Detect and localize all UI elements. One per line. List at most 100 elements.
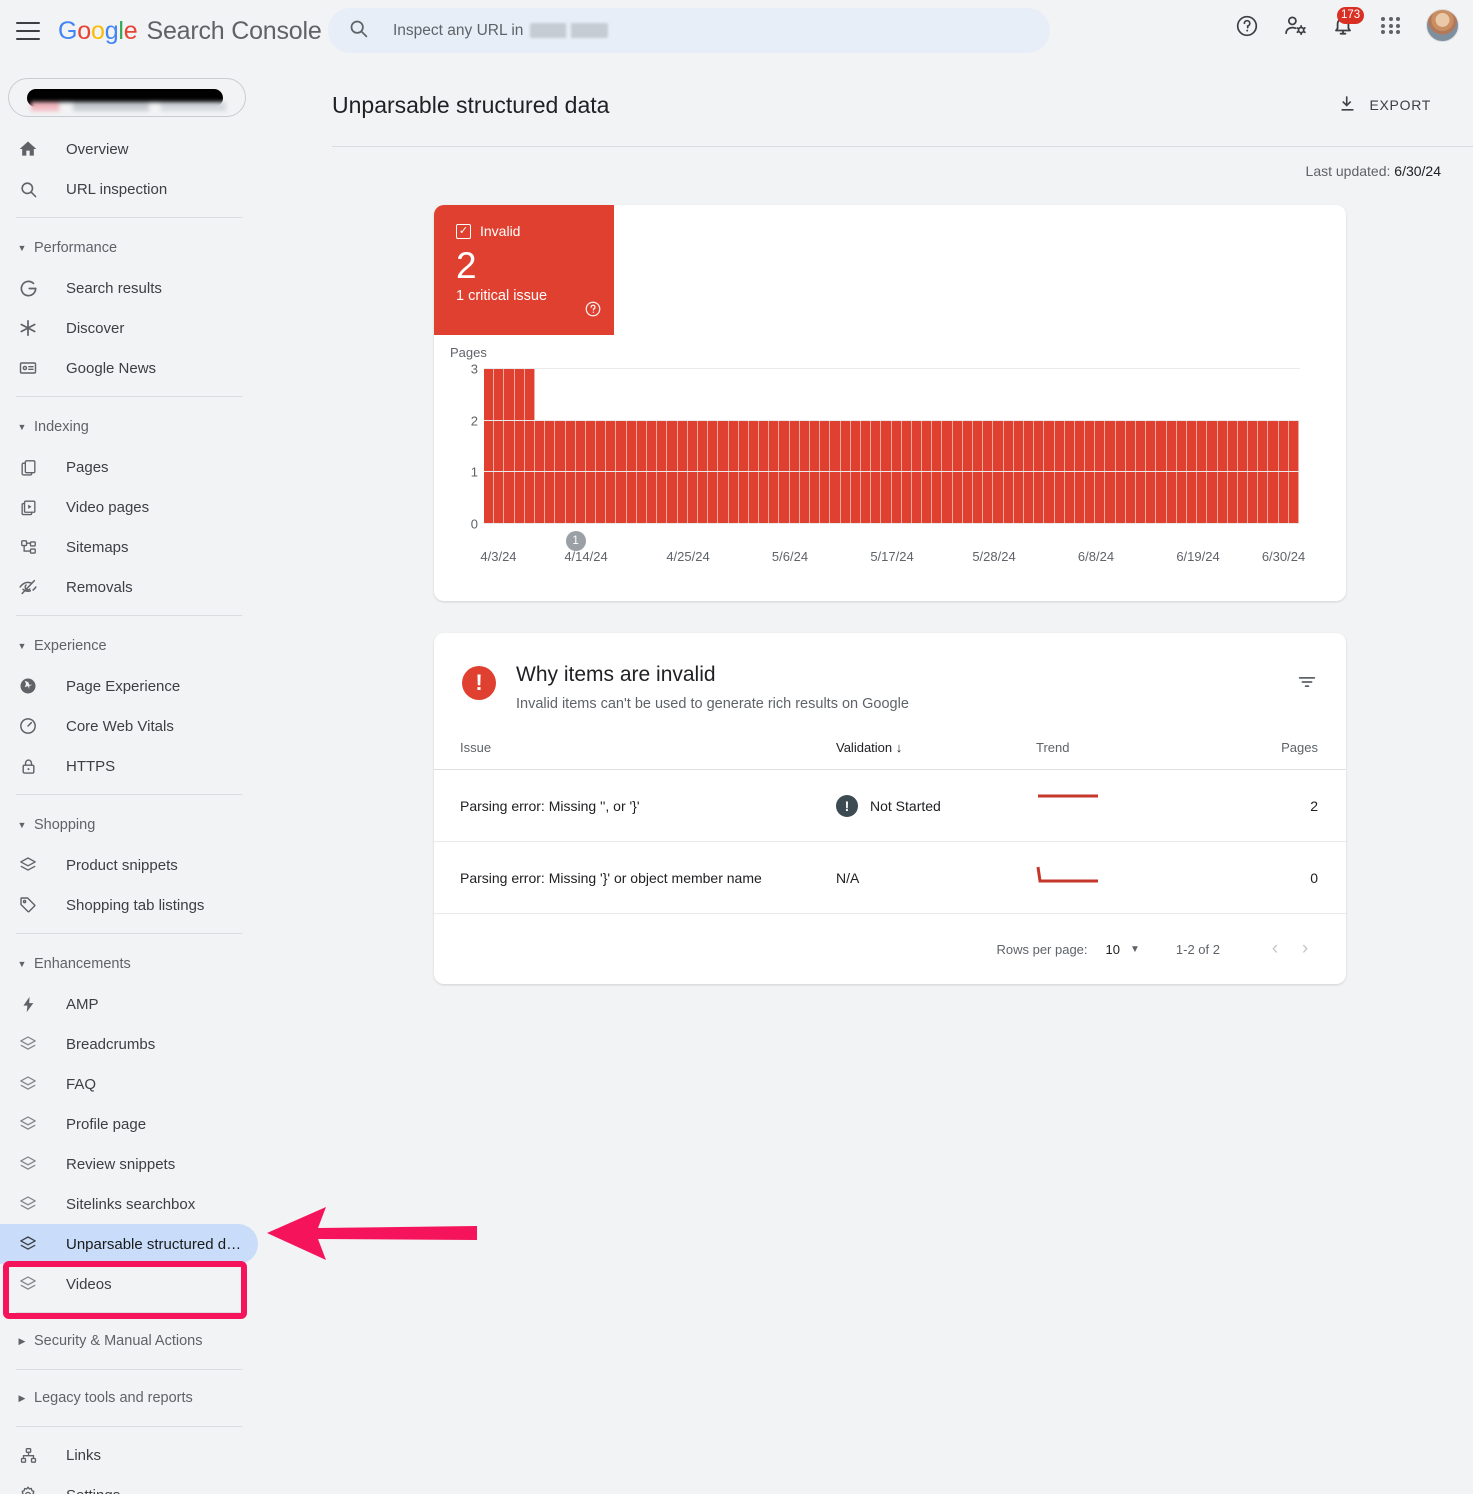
chart-gridline <box>484 419 1300 421</box>
issues-table-body: Parsing error: Missing '', or '}' ! Not … <box>434 769 1346 914</box>
chart-y-tick-label: 3 <box>470 361 478 377</box>
sidebar-item-https[interactable]: HTTPS <box>0 746 258 786</box>
help-circle-icon[interactable] <box>584 300 602 323</box>
sidebar-item-links[interactable]: Links <box>0 1435 258 1475</box>
chart-bar[interactable] <box>524 369 535 524</box>
sidebar-group-header-experience[interactable]: ▼ Experience <box>0 626 258 666</box>
sidebar-group-header-indexing[interactable]: ▼ Indexing <box>0 407 258 447</box>
sidebar-group-header-enhancements[interactable]: ▼ Enhancements <box>0 944 258 984</box>
sidebar-item-sitelinks-searchbox[interactable]: Sitelinks searchbox <box>0 1184 258 1224</box>
column-header-validation-label: Validation <box>836 740 893 755</box>
chart-gridline <box>484 471 1300 473</box>
sidebar-item-overview[interactable]: Overview <box>0 129 258 169</box>
pagination-range: 1-2 of 2 <box>1175 941 1220 957</box>
status-tile-header: ✓ Invalid <box>456 223 598 239</box>
sidebar-item-faq[interactable]: FAQ <box>0 1064 258 1104</box>
sidebar-item-label: Google News <box>66 359 157 377</box>
sidebar-item-breadcrumbs[interactable]: Breadcrumbs <box>0 1024 258 1064</box>
sidebar-item-label: Product snippets <box>66 856 178 874</box>
filter-list-icon[interactable] <box>1296 671 1318 698</box>
sidebar-group-header-security[interactable]: ▶ Security & Manual Actions <box>0 1321 258 1361</box>
chart-plot-area[interactable] <box>484 368 1300 524</box>
notifications-icon[interactable]: 173 <box>1330 6 1365 39</box>
rows-per-page-value[interactable]: 10 <box>1106 942 1120 957</box>
previous-page-button[interactable]: ‹ <box>1260 938 1290 960</box>
sidebar-item-label: Removals <box>66 578 133 596</box>
sidebar-item-product-snippets[interactable]: Product snippets <box>0 845 258 885</box>
column-header-validation[interactable]: Validation ↓ <box>836 740 1036 770</box>
sidebar-group-header-legacy-tools[interactable]: ▶ Legacy tools and reports <box>0 1378 258 1418</box>
column-header-trend[interactable]: Trend <box>1036 740 1236 770</box>
help-icon[interactable] <box>1234 13 1260 39</box>
sidebar-item-video-pages[interactable]: Video pages <box>0 487 258 527</box>
sidebar-item-settings[interactable]: Settings <box>0 1475 258 1494</box>
product-name: Search Console <box>146 16 322 45</box>
validation-status-label: Not Started <box>870 797 941 814</box>
sidebar-item-profile-page[interactable]: Profile page <box>0 1104 258 1144</box>
sidebar-item-unparsable-structured-data[interactable]: Unparsable structured d… <box>0 1224 258 1264</box>
sidebar-group-header-shopping[interactable]: ▼ Shopping <box>0 805 258 845</box>
sidebar-item-discover[interactable]: Discover <box>0 308 258 348</box>
chart-bar[interactable] <box>514 369 525 524</box>
url-inspection-search-input[interactable]: Inspect any URL in <box>328 8 1050 53</box>
menu-icon[interactable] <box>16 22 40 40</box>
sidebar-item-core-web-vitals[interactable]: Core Web Vitals <box>0 706 258 746</box>
chart-annotation-marker[interactable]: 1 <box>565 531 586 551</box>
sidebar-item-sitemaps[interactable]: Sitemaps <box>0 527 258 567</box>
checkbox-checked-icon[interactable]: ✓ <box>456 223 471 239</box>
export-button[interactable]: EXPORT <box>1328 86 1441 124</box>
chart-x-tick-label: 6/19/24 <box>1176 549 1220 564</box>
chevron-down-icon[interactable]: ▼ <box>1130 944 1140 955</box>
sidebar-item-shopping-tab-listings[interactable]: Shopping tab listings <box>0 885 258 925</box>
issue-trend <box>1036 769 1236 842</box>
property-selector[interactable] <box>8 78 246 117</box>
search-icon <box>348 18 369 44</box>
apps-grid-icon[interactable] <box>1378 13 1404 39</box>
sidebar-group-performance: ▼ Performance Search results Discover Go… <box>0 226 258 388</box>
chart-bar[interactable] <box>504 369 515 524</box>
sidebar-item-pages[interactable]: Pages <box>0 447 258 487</box>
sidebar-item-label: Review snippets <box>66 1155 176 1173</box>
property-name-blurred <box>31 102 226 111</box>
next-page-button[interactable]: › <box>1290 938 1320 960</box>
status-tile-invalid[interactable]: ✓ Invalid 2 1 critical issue <box>434 205 614 335</box>
issues-table-head: Issue Validation ↓ Trend Pages <box>434 740 1346 770</box>
chart-x-tick-label: 4/3/24 <box>480 549 517 564</box>
last-updated: Last updated: 6/30/24 <box>258 147 1473 179</box>
sidebar-group-header-performance[interactable]: ▼ Performance <box>0 228 258 268</box>
sidebar-item-review-snippets[interactable]: Review snippets <box>0 1144 258 1184</box>
sidebar-item-videos[interactable]: Videos <box>0 1264 258 1304</box>
chart-x-tick-label: 4/25/24 <box>666 549 710 564</box>
sidebar-item-page-experience[interactable]: Page Experience <box>0 666 258 706</box>
sidebar-divider <box>16 1312 242 1313</box>
table-row[interactable]: Parsing error: Missing '}' or object mem… <box>434 841 1346 914</box>
sidebar-item-search-results[interactable]: Search results <box>0 268 258 308</box>
sidebar-item-removals[interactable]: Removals <box>0 567 258 607</box>
sidebar-divider <box>16 217 242 218</box>
sidebar-group-label: Legacy tools and reports <box>34 1390 193 1406</box>
users-settings-icon[interactable] <box>1282 13 1308 39</box>
issues-table: Issue Validation ↓ Trend Pages Parsing e… <box>434 740 1346 914</box>
sidebar-item-label: Profile page <box>66 1115 147 1133</box>
chart-bar[interactable] <box>494 369 505 524</box>
chart-y-tick-label: 1 <box>470 464 478 480</box>
chevron-down-icon: ▼ <box>17 422 27 432</box>
error-exclamation-icon: ! <box>462 666 496 700</box>
sidebar-item-url-inspection[interactable]: URL inspection <box>0 169 258 209</box>
links-icon <box>16 1443 40 1467</box>
sidebar-item-amp[interactable]: AMP <box>0 984 258 1024</box>
sidebar-item-google-news[interactable]: Google News <box>0 348 258 388</box>
table-row[interactable]: Parsing error: Missing '', or '}' ! Not … <box>434 769 1346 842</box>
page-title: Unparsable structured data <box>332 91 610 118</box>
column-header-issue[interactable]: Issue <box>434 740 836 770</box>
brand-logo[interactable]: Google Search Console <box>58 17 322 46</box>
column-header-pages[interactable]: Pages <box>1236 740 1346 770</box>
sidebar-item-label: Overview <box>66 140 129 158</box>
chart-bar[interactable] <box>484 369 495 524</box>
logo-letter-g: G <box>58 16 78 45</box>
sidebar-divider <box>16 794 242 795</box>
pages-icon <box>16 455 40 479</box>
issue-name: Parsing error: Missing '}' or object mem… <box>434 841 836 914</box>
avatar[interactable] <box>1426 9 1459 42</box>
layers-icon <box>16 1232 40 1256</box>
